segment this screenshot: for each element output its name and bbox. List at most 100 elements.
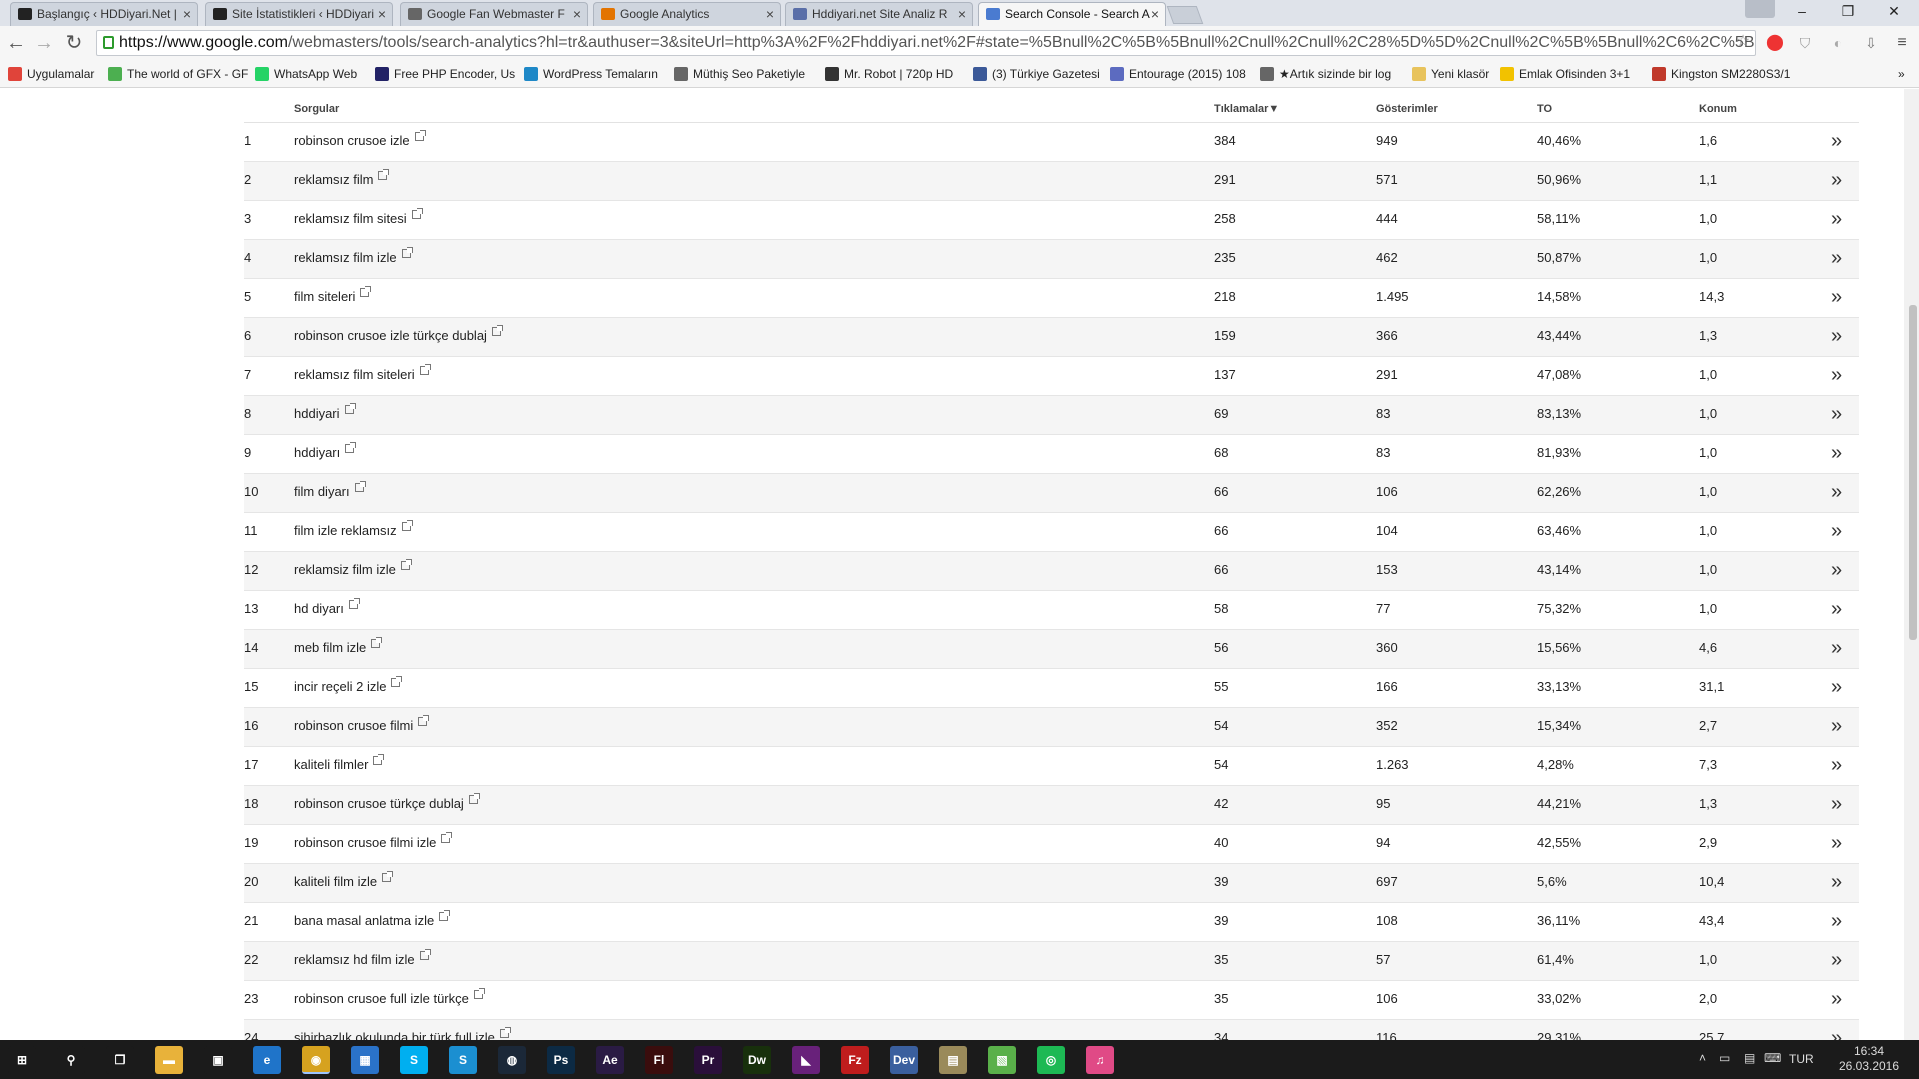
external-link-icon[interactable]: [468, 793, 480, 804]
table-row[interactable]: 22 reklamsız hd film izle 35 57 61,4% 1,0 »: [244, 942, 1859, 981]
download-icon[interactable]: ⇩: [1861, 33, 1881, 53]
external-link-icon[interactable]: [414, 130, 426, 141]
row-details-button[interactable]: »: [1831, 246, 1842, 270]
query-link[interactable]: robinson crusoe filmi izle: [294, 832, 453, 850]
table-row[interactable]: 23 robinson crusoe full izle türkçe 35 106 3…: [244, 981, 1859, 1020]
task-view-icon[interactable]: ❐: [106, 1046, 134, 1074]
edge-icon[interactable]: e: [253, 1046, 281, 1074]
browser-tab[interactable]: Google Analytics ×: [593, 2, 781, 26]
row-details-button[interactable]: »: [1831, 987, 1842, 1011]
start-icon[interactable]: ⊞: [8, 1046, 36, 1074]
keyboard-icon[interactable]: ⌨: [1764, 1051, 1781, 1065]
external-link-icon[interactable]: [360, 286, 372, 297]
bookmark-star-icon[interactable]: ☆: [1733, 32, 1753, 52]
table-row[interactable]: 14 meb film izle 56 360 15,56% 4,6 »: [244, 630, 1859, 669]
table-row[interactable]: 20 kaliteli film izle 39 697 5,6% 10,4 »: [244, 864, 1859, 903]
bookmark-item[interactable]: Free PHP Encoder, Us: [375, 65, 515, 83]
chrome-icon[interactable]: ◉: [302, 1046, 330, 1074]
tab-close-icon[interactable]: ×: [183, 3, 191, 25]
query-link[interactable]: bana masal anlatma izle: [294, 910, 451, 928]
external-link-icon[interactable]: [441, 832, 453, 843]
external-link-icon[interactable]: [401, 247, 413, 258]
query-link[interactable]: robinson crusoe filmi: [294, 715, 430, 733]
table-row[interactable]: 8 hddiyari 69 83 83,13% 1,0 »: [244, 396, 1859, 435]
extension-circle-icon[interactable]: ◐: [1828, 33, 1848, 53]
external-link-icon[interactable]: [373, 754, 385, 765]
menu-icon[interactable]: ≡: [1892, 33, 1912, 53]
visual-studio-icon[interactable]: ◣: [792, 1046, 820, 1074]
query-link[interactable]: meb film izle: [294, 637, 383, 655]
header-ctr[interactable]: TO: [1537, 103, 1552, 115]
external-link-icon[interactable]: [439, 910, 451, 921]
table-row[interactable]: 12 reklamsiz film izle 66 153 43,14% 1,0 »: [244, 552, 1859, 591]
external-link-icon[interactable]: [499, 1027, 511, 1038]
table-row[interactable]: 7 reklamsız film siteleri 137 291 47,08% 1,0 »: [244, 357, 1859, 396]
new-tab-button[interactable]: [1166, 6, 1204, 24]
row-details-button[interactable]: »: [1831, 363, 1842, 387]
query-link[interactable]: robinson crusoe izle türkçe dublaj: [294, 325, 503, 343]
external-link-icon[interactable]: [354, 481, 366, 492]
bookmark-item[interactable]: WordPress Temaların: [524, 65, 664, 83]
row-details-button[interactable]: »: [1831, 480, 1842, 504]
photoshop-icon[interactable]: Ps: [547, 1046, 575, 1074]
table-row[interactable]: 21 bana masal anlatma izle 39 108 36,11% 43,4…: [244, 903, 1859, 942]
bookmark-item[interactable]: Entourage (2015) 108: [1110, 65, 1250, 83]
table-row[interactable]: 10 film diyarı 66 106 62,26% 1,0 »: [244, 474, 1859, 513]
query-link[interactable]: reklamsız hd film izle: [294, 949, 431, 967]
table-row[interactable]: 17 kaliteli filmler 54 1.263 4,28% 7,3 »: [244, 747, 1859, 786]
forward-button[interactable]: →: [32, 31, 56, 55]
external-link-icon[interactable]: [348, 598, 360, 609]
bookmark-item[interactable]: Yeni klasör: [1412, 65, 1492, 83]
back-button[interactable]: ←: [4, 31, 28, 55]
browser-tab[interactable]: Google Fan Webmaster F ×: [400, 2, 588, 26]
query-link[interactable]: reklamsız film siteleri: [294, 364, 431, 382]
row-details-button[interactable]: »: [1831, 285, 1842, 309]
profile-button[interactable]: [1745, 0, 1775, 18]
row-details-button[interactable]: »: [1831, 753, 1842, 777]
external-link-icon[interactable]: [401, 520, 413, 531]
row-details-button[interactable]: »: [1831, 441, 1842, 465]
table-row[interactable]: 9 hddiyarı 68 83 81,93% 1,0 »: [244, 435, 1859, 474]
query-link[interactable]: reklamsız film: [294, 169, 390, 187]
skype-alt-icon[interactable]: S: [449, 1046, 477, 1074]
reload-button[interactable]: ↻: [62, 31, 86, 55]
external-link-icon[interactable]: [371, 637, 383, 648]
row-details-button[interactable]: »: [1831, 870, 1842, 894]
bookmark-item[interactable]: Emlak Ofisinden 3+1: [1500, 65, 1645, 83]
premiere-icon[interactable]: Pr: [694, 1046, 722, 1074]
bookmark-item[interactable]: The world of GFX - GF: [108, 65, 248, 83]
header-clicks[interactable]: Tıklamalar▼: [1214, 103, 1279, 115]
dreamweaver-icon[interactable]: Dw: [743, 1046, 771, 1074]
bookmark-item[interactable]: WhatsApp Web: [255, 65, 365, 83]
external-link-icon[interactable]: [391, 676, 403, 687]
clock[interactable]: 16:34 26.03.2016: [1829, 1044, 1909, 1074]
table-row[interactable]: 18 robinson crusoe türkçe dublaj 42 95 44,21…: [244, 786, 1859, 825]
tab-close-icon[interactable]: ×: [1151, 3, 1159, 25]
query-link[interactable]: reklamsız film sitesi: [294, 208, 423, 226]
external-link-icon[interactable]: [473, 988, 485, 999]
restore-button[interactable]: ❐: [1826, 0, 1870, 24]
notification-icon[interactable]: ▤: [1744, 1051, 1755, 1065]
query-link[interactable]: reklamsız film izle: [294, 247, 413, 265]
flash-icon[interactable]: Fl: [645, 1046, 673, 1074]
query-link[interactable]: hddiyari: [294, 403, 356, 421]
tray-arrow-icon[interactable]: ˄: [1699, 1051, 1706, 1065]
scrollbar-thumb[interactable]: [1909, 305, 1917, 640]
query-link[interactable]: film izle reklamsız: [294, 520, 413, 538]
browser-tab[interactable]: Hddiyari.net Site Analiz R ×: [785, 2, 973, 26]
winamp-icon[interactable]: ▤: [939, 1046, 967, 1074]
row-details-button[interactable]: »: [1831, 714, 1842, 738]
table-row[interactable]: 3 reklamsız film sitesi 258 444 58,11% 1,0 »: [244, 201, 1859, 240]
external-link-icon[interactable]: [418, 715, 430, 726]
row-details-button[interactable]: »: [1831, 207, 1842, 231]
query-link[interactable]: kaliteli filmler: [294, 754, 385, 772]
row-details-button[interactable]: »: [1831, 558, 1842, 582]
language-indicator[interactable]: TUR: [1789, 1052, 1814, 1066]
bookmark-item[interactable]: Kingston SM2280S3/1: [1652, 65, 1792, 83]
query-link[interactable]: film diyarı: [294, 481, 366, 499]
tab-close-icon[interactable]: ×: [958, 3, 966, 25]
row-details-button[interactable]: »: [1831, 948, 1842, 972]
query-link[interactable]: film siteleri: [294, 286, 372, 304]
bookmark-item[interactable]: Uygulamalar: [8, 65, 98, 83]
row-details-button[interactable]: »: [1831, 324, 1842, 348]
